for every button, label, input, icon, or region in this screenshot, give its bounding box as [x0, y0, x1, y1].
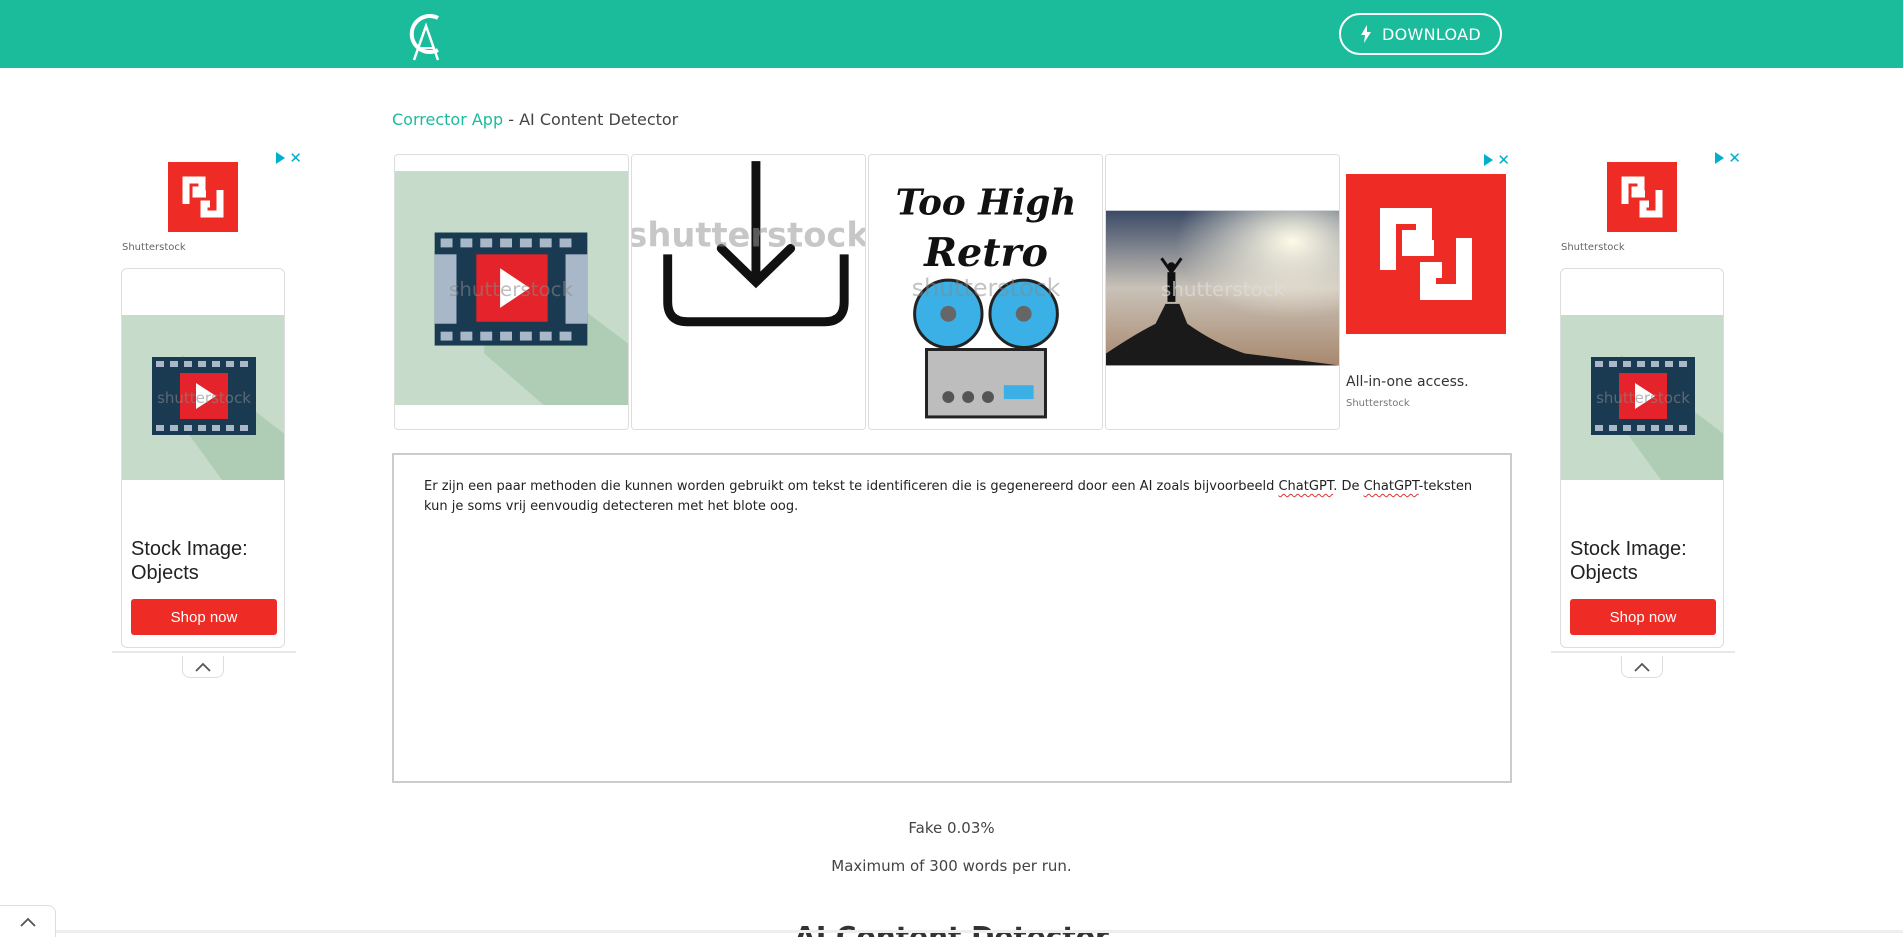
- right-side-ad[interactable]: ✕ Shutterstock shutterstock Stock Image:…: [1551, 150, 1741, 680]
- breadcrumb-home-link[interactable]: Corrector App: [392, 110, 503, 129]
- section-heading: AI Content Detector: [794, 920, 1109, 937]
- retro-text: Retro: [923, 230, 1048, 276]
- watermark: shutterstock: [1161, 278, 1285, 301]
- chevron-up-icon: [19, 917, 36, 927]
- banner-ad-tagline[interactable]: All-in-one access.: [1346, 374, 1469, 390]
- text-input-area[interactable]: Er zijn een paar methoden die kunnen wor…: [392, 453, 1512, 783]
- shop-now-button[interactable]: Shop now: [131, 599, 277, 635]
- watermark: shutterstock: [1596, 389, 1690, 407]
- adchoices-icon[interactable]: [1484, 154, 1494, 166]
- download-button-label: DOWNLOAD: [1381, 24, 1482, 44]
- breadcrumb-separator: -: [503, 110, 520, 129]
- watermark: shutterstock: [157, 389, 251, 407]
- ad-brand: Shutterstock: [122, 242, 186, 253]
- shutterstock-logo[interactable]: [1607, 162, 1677, 232]
- banner-ad[interactable]: shutterstock shutterstock Too High Retro…: [394, 153, 1510, 430]
- chevron-up-icon: [1634, 662, 1650, 672]
- left-side-ad[interactable]: ✕ Shutterstock shutterstock Stock Image:…: [112, 150, 302, 680]
- corrector-app-logo[interactable]: [400, 6, 452, 62]
- shop-now-button[interactable]: Shop now: [1570, 599, 1716, 635]
- expand-bottom-ad-button[interactable]: [0, 905, 56, 937]
- editor-text: . De: [1333, 479, 1364, 494]
- ad-card[interactable]: shutterstock Stock Image: Objects Shop n…: [121, 268, 285, 648]
- ad-tile-summit-photo[interactable]: shutterstock: [1105, 154, 1340, 430]
- adchoices-icon[interactable]: [276, 152, 286, 164]
- collapse-ad-button[interactable]: [182, 656, 224, 678]
- download-button[interactable]: DOWNLOAD: [1339, 13, 1502, 55]
- ad-image[interactable]: shutterstock: [1561, 315, 1723, 480]
- chevron-up-icon: [195, 662, 211, 672]
- watermark: shutterstock: [449, 278, 573, 301]
- watermark: shutterstock: [912, 274, 1061, 302]
- banner-ad-side[interactable]: ✕ All-in-one access. Shutterstock: [1346, 153, 1510, 430]
- ad-brand: Shutterstock: [1561, 242, 1625, 253]
- editor-text: Er zijn een paar methoden die kunnen wor…: [424, 479, 1279, 494]
- ad-image[interactable]: shutterstock: [122, 315, 284, 480]
- breadcrumb-current: AI Content Detector: [519, 110, 679, 129]
- ad-headline[interactable]: Stock Image: Objects: [1570, 537, 1720, 585]
- ad-divider: [1551, 651, 1735, 655]
- word-limit-note: Maximum of 300 words per run.: [831, 857, 1072, 875]
- lightning-icon: [1360, 25, 1371, 43]
- watermark: shutterstock: [632, 215, 865, 254]
- adchoices[interactable]: ✕: [276, 151, 302, 166]
- banner-ad-brand: Shutterstock: [1346, 398, 1410, 409]
- adchoices[interactable]: ✕: [1715, 151, 1741, 166]
- ad-tile-video-icon[interactable]: shutterstock: [394, 154, 629, 430]
- fake-score: Fake 0.03%: [908, 819, 995, 837]
- ad-tile-download-icon[interactable]: shutterstock: [631, 154, 866, 430]
- shutterstock-logo[interactable]: [1346, 174, 1506, 334]
- ad-card[interactable]: shutterstock Stock Image: Objects Shop n…: [1560, 268, 1724, 648]
- top-navbar: DOWNLOAD: [0, 0, 1903, 68]
- close-ad-icon[interactable]: ✕: [1728, 151, 1741, 166]
- ad-headline[interactable]: Stock Image: Objects: [131, 537, 281, 585]
- collapse-ad-button[interactable]: [1621, 656, 1663, 678]
- spellcheck-word[interactable]: ChatGPT: [1278, 479, 1333, 494]
- ad-divider: [112, 651, 296, 655]
- bottom-ad-divider: [0, 930, 1903, 933]
- too-high-text: Too High: [896, 182, 1077, 224]
- adchoices[interactable]: ✕: [1484, 153, 1510, 168]
- close-ad-icon[interactable]: ✕: [289, 151, 302, 166]
- breadcrumb: Corrector App - AI Content Detector: [392, 110, 678, 129]
- adchoices-icon[interactable]: [1715, 152, 1725, 164]
- close-ad-icon[interactable]: ✕: [1497, 153, 1510, 168]
- shutterstock-logo[interactable]: [168, 162, 238, 232]
- ad-tile-retro-image[interactable]: Too High Retro shutterstock: [868, 154, 1103, 430]
- spellcheck-word[interactable]: ChatGPT: [1364, 479, 1419, 494]
